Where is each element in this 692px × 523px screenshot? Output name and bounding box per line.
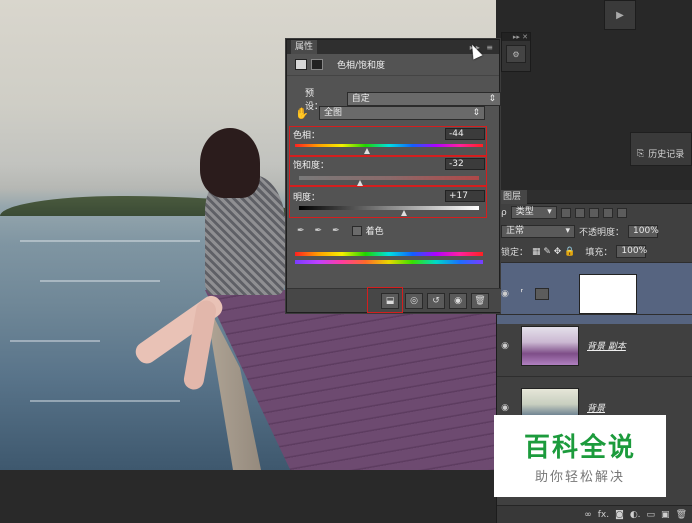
opacity-label: 不透明度： bbox=[579, 228, 625, 238]
history-icon: ⎘ bbox=[637, 148, 645, 159]
channel-row: ✋ 全图 ⇕ bbox=[287, 106, 501, 120]
updown-icon: ⇕ bbox=[488, 94, 496, 104]
hue-slider-handle[interactable] bbox=[364, 148, 371, 154]
link-layers-icon[interactable]: ∞ bbox=[584, 510, 592, 520]
properties-panel: 属性 ▸▸ ≡ 色相/饱和度 预设： 自定 ⇕ ✋ 全图 ⇕ 色相： -44 饱和度… bbox=[286, 39, 501, 313]
tab-layers[interactable]: 图层 bbox=[497, 190, 528, 204]
filter-adjust-icon[interactable] bbox=[574, 207, 585, 218]
new-group-icon[interactable]: ▭ bbox=[647, 510, 656, 520]
fill-input[interactable]: 100% bbox=[616, 245, 647, 258]
eye-icon: ◉ bbox=[454, 296, 462, 306]
layer-mask-thumbnail[interactable] bbox=[579, 273, 637, 314]
eyedropper-row: ✒ ✒ ✒ 着色 bbox=[287, 224, 501, 237]
hand-adjust-icon[interactable]: ✋ bbox=[295, 107, 315, 120]
trash-icon[interactable]: 🗑 bbox=[676, 510, 687, 520]
adjustment-icon[interactable] bbox=[295, 59, 307, 70]
toggle-visibility-button[interactable]: ◉ bbox=[449, 293, 467, 309]
lock-row: 锁定： ▦ ✎ ✥ 🔒 填充： 100% bbox=[501, 245, 647, 258]
lightness-input[interactable]: +17 bbox=[445, 190, 485, 202]
properties-header: 色相/饱和度 bbox=[287, 54, 499, 76]
filter-text-icon[interactable] bbox=[588, 207, 599, 218]
trash-icon: 🗑 bbox=[474, 296, 486, 306]
preset-dropdown[interactable]: 自定 ⇕ bbox=[346, 92, 501, 106]
colorize-label: 着色 bbox=[365, 227, 384, 237]
collapse-icon[interactable]: ▸▸ ✕ bbox=[502, 33, 530, 41]
water-ripple bbox=[40, 280, 160, 282]
layers-tabbar: 图层 bbox=[497, 190, 692, 204]
layer-name: 背景 bbox=[587, 404, 606, 414]
filter-pixel-icon[interactable] bbox=[560, 207, 571, 218]
saturation-slider-track[interactable] bbox=[299, 176, 479, 180]
eye-icon[interactable]: ◉ bbox=[497, 341, 513, 351]
lightness-slider-handle[interactable] bbox=[401, 210, 408, 216]
adjustment-layer-icon bbox=[535, 287, 549, 300]
saturation-label: 饱和度： bbox=[293, 161, 330, 171]
layer-thumbnail bbox=[521, 325, 579, 366]
view-previous-button[interactable]: ◎ bbox=[405, 293, 423, 309]
link-icon: ⸢ bbox=[520, 288, 524, 299]
layer-name: 背景 副本 bbox=[587, 342, 626, 352]
mask-icon[interactable] bbox=[311, 59, 323, 70]
new-adjustment-icon[interactable]: ◐. bbox=[630, 510, 641, 520]
watermark-logo: 百科全说 助你轻松解决 bbox=[494, 415, 666, 497]
reset-icon: ↺ bbox=[432, 296, 440, 306]
collapsed-panel-strip: ▸▸ ✕ ⚙ bbox=[501, 32, 531, 72]
history-panel-button[interactable]: ⎘ 历史记录 bbox=[630, 132, 692, 166]
water-ripple bbox=[10, 340, 100, 342]
hue-label: 色相： bbox=[293, 131, 321, 141]
adjustments-icon[interactable]: ⚙ bbox=[506, 45, 526, 63]
hue-input[interactable]: -44 bbox=[445, 128, 485, 140]
adjustment-title: 色相/饱和度 bbox=[337, 61, 386, 71]
tab-properties[interactable]: 属性 bbox=[291, 40, 318, 54]
status-area bbox=[0, 470, 496, 523]
chevron-down-icon: ▾ bbox=[547, 207, 552, 217]
add-mask-icon[interactable]: ◙ bbox=[615, 510, 624, 520]
saturation-input[interactable]: -32 bbox=[445, 158, 485, 170]
eyedropper-icon[interactable]: ✒ bbox=[297, 226, 305, 236]
fx-icon[interactable]: fx. bbox=[598, 510, 609, 520]
layers-footer: ∞ fx. ◙ ◐. ▭ ▣ 🗑 bbox=[497, 505, 692, 523]
layer-filter-dropdown[interactable]: 类型 ▾ bbox=[510, 206, 557, 219]
lock-label: 锁定： bbox=[501, 248, 529, 258]
layers-filter-row: ρ 类型 ▾ bbox=[501, 206, 627, 219]
filter-smart-icon[interactable] bbox=[616, 207, 627, 218]
delete-adjustment-button[interactable]: 🗑 bbox=[471, 293, 489, 309]
eyedropper-plus-icon[interactable]: ✒ bbox=[315, 226, 323, 236]
filter-shape-icon[interactable] bbox=[602, 207, 613, 218]
search-icon: ρ bbox=[501, 207, 507, 218]
blend-row: 正常 ▾ 不透明度： 100% bbox=[501, 225, 659, 238]
eyedropper-minus-icon[interactable]: ✒ bbox=[332, 226, 340, 236]
fill-label: 填充： bbox=[585, 248, 613, 258]
new-layer-icon[interactable]: ▣ bbox=[661, 510, 670, 520]
history-label: 历史记录 bbox=[648, 150, 685, 160]
lightness-label: 明度： bbox=[293, 193, 321, 203]
colorize-checkbox[interactable] bbox=[351, 225, 362, 236]
play-button[interactable]: ▶ bbox=[604, 0, 636, 30]
water-ripple bbox=[20, 240, 200, 242]
opacity-input[interactable]: 100% bbox=[628, 225, 659, 238]
lock-icons[interactable]: ▦ ✎ ✥ 🔒 bbox=[532, 247, 575, 257]
eye-previous-icon: ◎ bbox=[410, 296, 418, 306]
watermark-title: 百科全说 bbox=[523, 433, 636, 463]
play-icon: ▶ bbox=[616, 9, 624, 21]
blend-mode-dropdown[interactable]: 正常 ▾ bbox=[501, 225, 575, 238]
source-color-bar bbox=[295, 252, 483, 256]
properties-bottom-bar: ⬓ ◎ ↺ ◉ 🗑 bbox=[287, 287, 501, 313]
updown-icon: ⇕ bbox=[472, 108, 480, 118]
reset-button[interactable]: ↺ bbox=[427, 293, 445, 309]
lightness-slider-track[interactable] bbox=[299, 206, 479, 210]
water-ripple bbox=[30, 400, 180, 402]
clip-highlight bbox=[367, 287, 403, 313]
watermark-subtitle: 助你轻松解决 bbox=[534, 470, 625, 485]
layer-background-copy[interactable]: ◉ 背景 副本 bbox=[497, 314, 692, 376]
channel-dropdown[interactable]: 全图 ⇕ bbox=[319, 106, 485, 120]
girl-hair bbox=[200, 128, 260, 198]
result-color-bar bbox=[295, 260, 483, 264]
chevron-down-icon: ▾ bbox=[565, 226, 570, 236]
hue-slider-track[interactable] bbox=[295, 144, 483, 147]
eye-icon[interactable]: ◉ bbox=[497, 403, 513, 413]
